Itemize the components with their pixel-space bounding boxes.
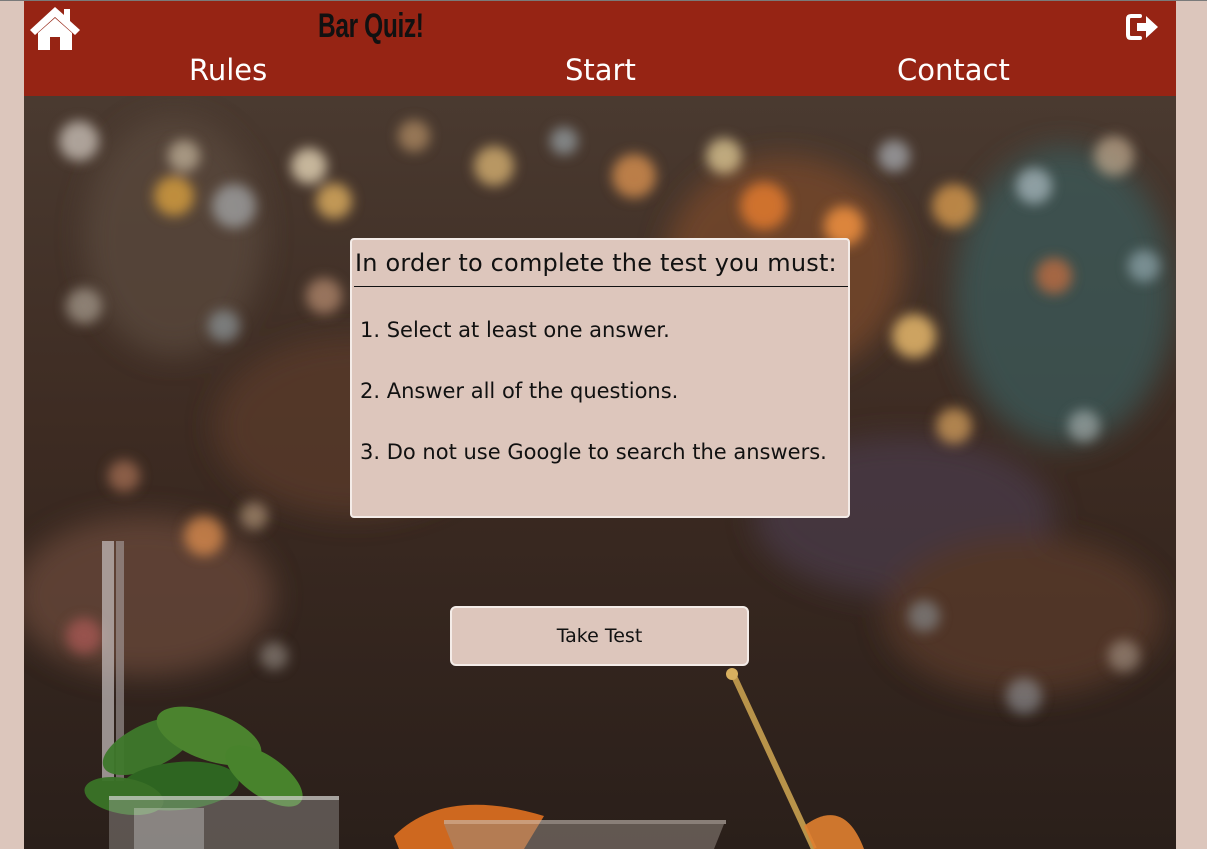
take-test-button[interactable]: Take Test bbox=[450, 606, 749, 666]
logout-icon[interactable] bbox=[1126, 13, 1160, 41]
rule-item: 3. Do not use Google to search the answe… bbox=[360, 440, 827, 464]
rule-item: 2. Answer all of the questions. bbox=[360, 379, 679, 403]
nav-start[interactable]: Start bbox=[565, 53, 636, 87]
nav-contact[interactable]: Contact bbox=[897, 53, 1010, 87]
rules-card: In order to complete the test you must: … bbox=[350, 238, 850, 518]
rule-item: 1. Select at least one answer. bbox=[360, 318, 670, 342]
site-title: Bar Quiz! bbox=[318, 7, 424, 45]
page-frame: Bar Quiz! Rules Start Contact In order t… bbox=[24, 1, 1176, 849]
rules-divider bbox=[354, 286, 848, 287]
home-icon[interactable] bbox=[28, 4, 82, 52]
nav-rules[interactable]: Rules bbox=[189, 53, 267, 87]
rules-heading: In order to complete the test you must: bbox=[355, 249, 837, 277]
site-header: Bar Quiz! Rules Start Contact bbox=[24, 1, 1176, 96]
